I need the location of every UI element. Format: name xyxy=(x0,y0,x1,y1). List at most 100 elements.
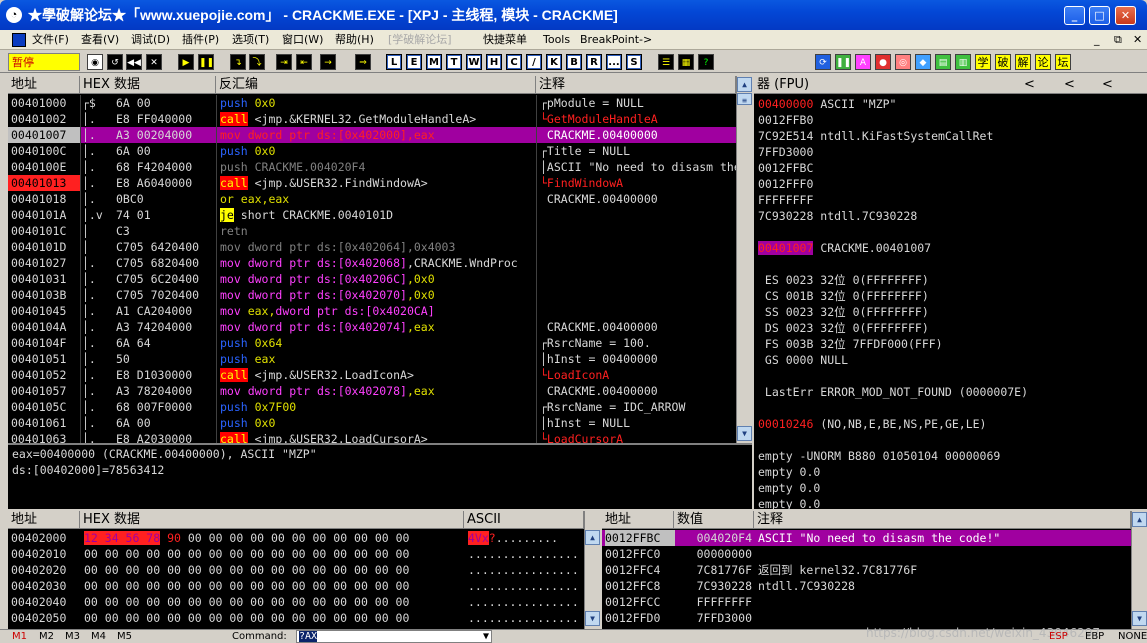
restart-icon[interactable]: ↺ xyxy=(107,54,123,70)
stack-pane[interactable]: 地址 数值 注释 0012FFBC 004020F4 ASCII "No need … xyxy=(602,511,1147,629)
disasm-row[interactable]: 0040105C │. 68 007F0000 push 0x7F00 ┌RsrcNam… xyxy=(8,399,736,415)
col-address[interactable]: 地址 xyxy=(8,76,80,94)
scroll-down-icon[interactable]: ▼ xyxy=(737,426,752,441)
threads-window-icon[interactable]: T xyxy=(446,54,462,70)
dump-row[interactable]: 00402050 00 00 00 00 00 00 00 00 00 00 00… xyxy=(8,610,584,626)
register-line[interactable]: 00400000 ASCII "MZP" xyxy=(758,96,1143,112)
cpu-window-icon[interactable]: C xyxy=(506,54,522,70)
memory-window-icon[interactable]: M xyxy=(426,54,442,70)
a-icon[interactable]: A xyxy=(855,54,871,70)
disasm-row[interactable]: 00401007 │. A3 00204000 mov dword ptr ds:[0… xyxy=(8,127,736,143)
reg-arrow-3[interactable]: < xyxy=(1102,76,1113,94)
dump-row[interactable]: 00402000 12 34 56 78 90 00 00 00 00 00 00… xyxy=(8,530,584,546)
grid-icon[interactable]: ▦ xyxy=(678,54,694,70)
menu-xuepojie[interactable]: [学破解论坛] xyxy=(388,30,452,50)
register-line[interactable]: 00010246 (NO,NB,E,BE,NS,PE,GE,LE) xyxy=(758,416,1143,432)
ebp-indicator[interactable]: EBP xyxy=(1085,630,1104,643)
disasm-row[interactable]: 0040104A │. A3 74204000 mov dword ptr ds:[0… xyxy=(8,319,736,335)
scroll-up-icon[interactable]: ▲ xyxy=(737,77,752,92)
col-hex[interactable]: HEX 数据 xyxy=(80,76,216,94)
dump-scroll-down-icon[interactable]: ▼ xyxy=(585,611,600,626)
disasm-row[interactable]: 00401013 │. E8 A6040000 call <jmp.&USER32.F… xyxy=(8,175,736,191)
col-disasm[interactable]: 反汇编 xyxy=(216,76,536,94)
disasm-row[interactable]: 0040101D │ C705 6420400 mov dword ptr ds:[0… xyxy=(8,239,736,255)
disasm-row[interactable]: 0040100E │. 68 F4204000 push CRACKME.004020… xyxy=(8,159,736,175)
source-window-icon[interactable]: S xyxy=(626,54,642,70)
stack-scroll-up-icon[interactable]: ▲ xyxy=(1132,512,1147,527)
dump-col-address[interactable]: 地址 xyxy=(8,511,80,529)
menu-help[interactable]: 帮助(H) xyxy=(335,30,374,50)
disasm-row[interactable]: 00401000 ┌$ 6A 00 push 0x0 ┌pModule = NULL xyxy=(8,95,736,111)
mdi-restore-button[interactable]: ⧉ xyxy=(1114,30,1122,50)
dump-col-ascii[interactable]: ASCII xyxy=(464,511,584,529)
registers-header[interactable]: 器 (FPU) xyxy=(754,76,1147,94)
menu-view[interactable]: 查看(V) xyxy=(81,30,119,50)
modules-window-icon[interactable]: E xyxy=(406,54,422,70)
disasm-row[interactable]: 00401002 │. E8 FF040000 call <jmp.&KERNEL32… xyxy=(8,111,736,127)
trace-over-icon[interactable]: ⇤ xyxy=(296,54,312,70)
patches-window-icon[interactable]: / xyxy=(526,54,542,70)
dump-row[interactable]: 00402030 00 00 00 00 00 00 00 00 00 00 00… xyxy=(8,578,584,594)
command-dropdown-icon[interactable]: ▼ xyxy=(483,631,489,642)
register-line[interactable]: empty 0.0 xyxy=(758,464,1143,480)
stack-col-address[interactable]: 地址 xyxy=(602,511,674,529)
calc-icon[interactable]: ▥ xyxy=(955,54,971,70)
disasm-row[interactable]: 0040101A │.v 74 01 je short CRACKME.0040101… xyxy=(8,207,736,223)
stack-scroll-down-icon[interactable]: ▼ xyxy=(1132,611,1147,626)
dump-scrollbar[interactable]: ▲ ▼ xyxy=(584,511,600,629)
stack-row[interactable]: 0012FFC4 7C81776F 返回到 kernel32.7C81776F xyxy=(602,562,1131,578)
pause-green-icon[interactable]: ❚❚ xyxy=(835,54,851,70)
run-trace-window-icon[interactable]: ... xyxy=(606,54,622,70)
stop-icon[interactable]: ✕ xyxy=(146,54,162,70)
disasm-row[interactable]: 00401027 │. C705 6820400 mov dword ptr ds:[… xyxy=(8,255,736,271)
esp-indicator[interactable]: ESP xyxy=(1049,630,1068,643)
app-icon[interactable]: ◔ xyxy=(6,7,22,23)
xue-icon[interactable]: 学 xyxy=(975,54,991,70)
tab-m3[interactable]: M3 xyxy=(65,630,80,643)
menu-shortcut[interactable]: 快捷菜单 xyxy=(483,30,527,50)
register-line[interactable]: 0012FFF0 xyxy=(758,176,1143,192)
stack-row[interactable]: 0012FFC0 00000000 xyxy=(602,546,1131,562)
register-line[interactable] xyxy=(758,400,1143,416)
reg-arrow-1[interactable]: < xyxy=(1024,76,1035,94)
register-line[interactable] xyxy=(758,224,1143,240)
step-into-icon[interactable]: ↴ xyxy=(230,54,246,70)
register-line[interactable] xyxy=(758,432,1143,448)
stack-row[interactable]: 0012FFD0 7FFD3000 xyxy=(602,610,1131,626)
memory-dump-pane[interactable]: 地址 HEX 数据 ASCII 00402000 12 34 56 78 90 0… xyxy=(8,511,600,629)
register-line[interactable]: empty 0.0 xyxy=(758,480,1143,496)
tab-m4[interactable]: M4 xyxy=(91,630,106,643)
tab-m5[interactable]: M5 xyxy=(117,630,132,643)
tan-icon[interactable]: 坛 xyxy=(1055,54,1071,70)
disasm-row[interactable]: 00401051 │. 50 push eax │hInst = 00400000 xyxy=(8,351,736,367)
step-over-icon[interactable]: ⤵ xyxy=(249,54,265,70)
disasm-scrollbar[interactable]: ▲ ≡ ▼ xyxy=(736,76,752,443)
handles-window-icon[interactable]: H xyxy=(486,54,502,70)
dump-col-hex[interactable]: HEX 数据 xyxy=(80,511,464,529)
pause-icon[interactable]: ❚❚ xyxy=(198,54,214,70)
list-icon[interactable]: ☰ xyxy=(658,54,674,70)
register-line[interactable]: FFFFFFFF xyxy=(758,192,1143,208)
menu-options[interactable]: 选项(T) xyxy=(232,30,269,50)
menu-tools[interactable]: Tools xyxy=(543,30,570,50)
register-line[interactable]: 0012FFBC xyxy=(758,160,1143,176)
disasm-row[interactable]: 00401052 │. E8 D1030000 call <jmp.&USER32.L… xyxy=(8,367,736,383)
stack-row[interactable]: 0012FFC8 7C930228 ntdll.7C930228 xyxy=(602,578,1131,594)
register-line[interactable]: 0012FFB0 xyxy=(758,112,1143,128)
open-icon[interactable]: ◉ xyxy=(87,54,103,70)
help-icon[interactable]: ? xyxy=(698,54,714,70)
register-line[interactable]: GS 0000 NULL xyxy=(758,352,1143,368)
callstack-window-icon[interactable]: K xyxy=(546,54,562,70)
register-line[interactable]: FS 003B 32位 7FFDF000(FFF) xyxy=(758,336,1143,352)
log-window-icon[interactable]: L xyxy=(386,54,402,70)
dump-row[interactable]: 00402020 00 00 00 00 00 00 00 00 00 00 00… xyxy=(8,562,584,578)
stack-row[interactable]: 0012FFBC 004020F4 ASCII "No need to disasm… xyxy=(602,530,1131,546)
run-icon[interactable]: ▶ xyxy=(178,54,194,70)
disasm-row[interactable]: 0040104F │. 6A 64 push 0x64 ┌RsrcName = 100. xyxy=(8,335,736,351)
dump-row[interactable]: 00402040 00 00 00 00 00 00 00 00 00 00 00… xyxy=(8,594,584,610)
disasm-row[interactable]: 0040103B │. C705 7020400 mov dword ptr ds:[… xyxy=(8,287,736,303)
mdi-minimize-button[interactable]: _ xyxy=(1094,30,1100,50)
register-line[interactable]: ES 0023 32位 0(FFFFFFFF) xyxy=(758,272,1143,288)
minimize-button[interactable]: _ xyxy=(1064,6,1085,25)
jie-icon[interactable]: 解 xyxy=(1015,54,1031,70)
